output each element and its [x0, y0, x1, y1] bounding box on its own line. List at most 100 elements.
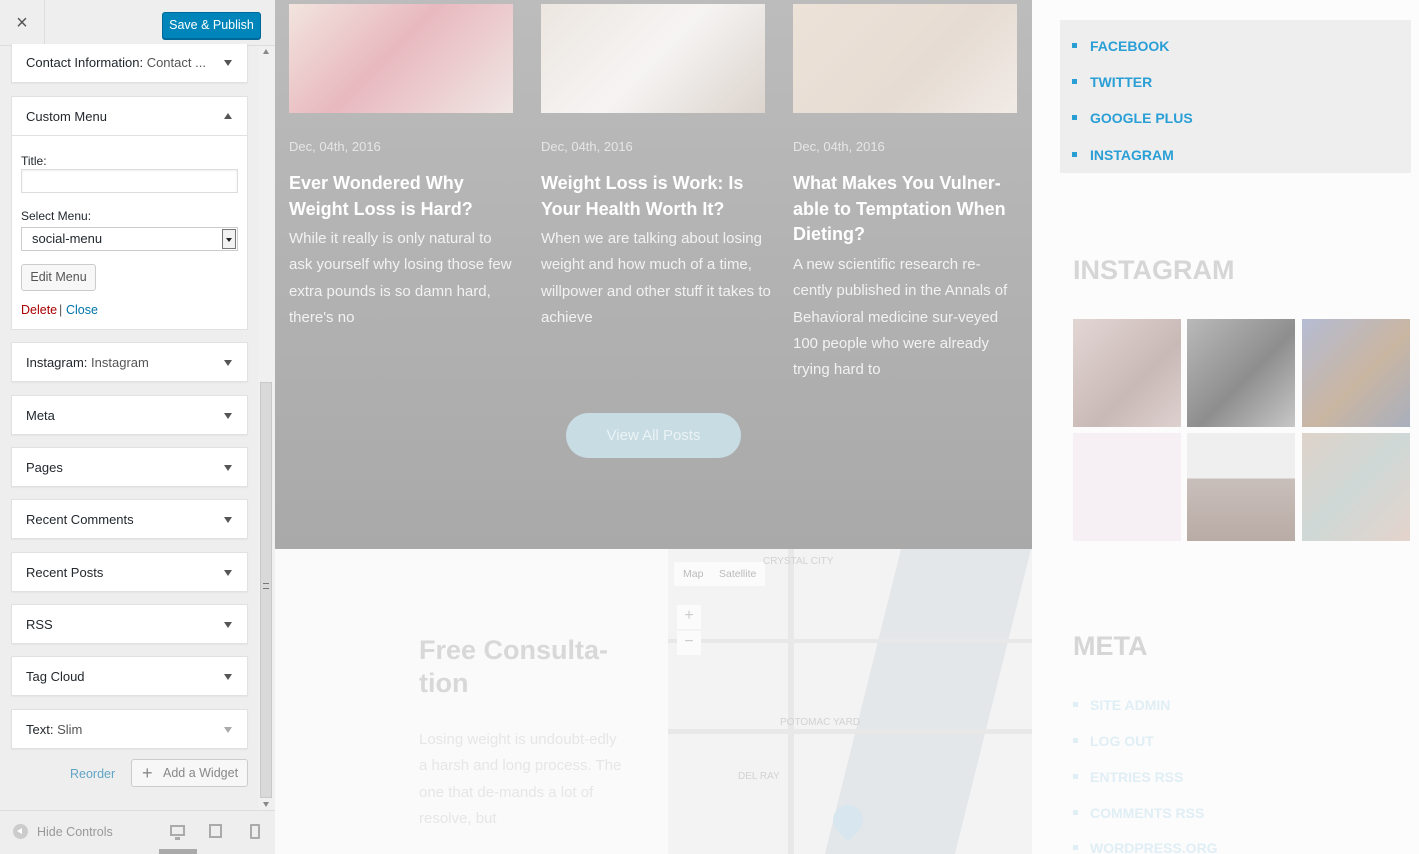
- add-widget-button[interactable]: + Add a Widget: [131, 759, 248, 787]
- map-type-map-button[interactable]: Map: [674, 562, 713, 586]
- close-link[interactable]: Close: [66, 303, 98, 317]
- widget-title: Custom Menu: [26, 109, 107, 124]
- sidebar-scrollbar[interactable]: [258, 46, 275, 810]
- widget-pages[interactable]: Pages: [11, 447, 248, 487]
- post-date: Dec, 04th, 2016: [793, 139, 885, 154]
- chevron-up-icon[interactable]: [224, 113, 232, 119]
- chevron-down-icon[interactable]: [224, 517, 232, 523]
- chevron-down-icon[interactable]: [224, 360, 232, 366]
- post-title[interactable]: Ever Wondered Why Weight Loss is Hard?: [289, 171, 514, 222]
- meta-link-entries-rss[interactable]: ENTRIES RSS: [1090, 769, 1183, 785]
- post-excerpt: A new scientific research re-cently publ…: [793, 256, 1008, 379]
- map-label: CRYSTAL CITY: [763, 556, 834, 567]
- view-all-posts-button[interactable]: View All Posts: [566, 413, 741, 458]
- save-publish-button[interactable]: Save & Publish: [162, 12, 261, 39]
- post-image[interactable]: [793, 4, 1017, 113]
- widget-instagram[interactable]: Instagram: Instagram: [11, 342, 248, 382]
- bullet: [1072, 115, 1077, 120]
- widget-recent-comments[interactable]: Recent Comments: [11, 499, 248, 539]
- instagram-photo[interactable]: [1302, 433, 1410, 541]
- bullet: [1073, 774, 1078, 779]
- widget-meta[interactable]: Meta: [11, 395, 248, 435]
- chevron-down-icon[interactable]: [224, 465, 232, 471]
- chevron-down-icon[interactable]: [224, 413, 232, 419]
- bullet: [1073, 845, 1078, 850]
- instagram-photo[interactable]: [1187, 433, 1295, 541]
- widget-tag-cloud[interactable]: Tag Cloud: [11, 656, 248, 696]
- map-embed[interactable]: Map Satellite + − CRYSTAL CITY POTOMAC Y…: [668, 549, 1032, 854]
- close-icon[interactable]: ×: [0, 0, 45, 46]
- title-label: Title:: [21, 154, 47, 168]
- meta-link-log-out[interactable]: LOG OUT: [1090, 733, 1154, 749]
- map-type-satellite-button[interactable]: Satellite: [710, 562, 766, 586]
- reorder-link[interactable]: Reorder: [70, 767, 115, 781]
- delete-link[interactable]: Delete: [21, 303, 57, 317]
- plus-icon: +: [142, 763, 153, 783]
- customizer-footer: Hide Controls: [0, 810, 275, 854]
- instagram-photo[interactable]: [1073, 433, 1181, 541]
- post-image[interactable]: [289, 4, 513, 113]
- post-title[interactable]: What Makes You Vulner-able to Temptation…: [793, 171, 1018, 248]
- map-zoom-out-button[interactable]: −: [677, 631, 701, 655]
- tablet-icon[interactable]: [209, 824, 222, 838]
- select-menu-label: Select Menu:: [21, 209, 92, 223]
- widget-title: Text: Slim: [26, 722, 83, 737]
- map-zoom-in-button[interactable]: +: [677, 605, 701, 629]
- chevron-down-icon[interactable]: [224, 727, 232, 733]
- bullet: [1072, 79, 1077, 84]
- instagram-photo[interactable]: [1302, 319, 1410, 427]
- widget-custom-menu-header[interactable]: Custom Menu: [12, 97, 247, 136]
- widget-title: RSS: [26, 617, 53, 632]
- edit-menu-button[interactable]: Edit Menu: [21, 264, 96, 291]
- widget-text[interactable]: Text: Slim: [11, 709, 248, 749]
- hide-controls-icon[interactable]: [13, 824, 28, 839]
- meta-link-comments-rss[interactable]: COMMENTS RSS: [1090, 805, 1204, 821]
- social-menu-widget: FACEBOOK TWITTER GOOGLE PLUS INSTAGRAM: [1060, 20, 1411, 173]
- chevron-down-icon[interactable]: [224, 60, 232, 66]
- scroll-up-arrow[interactable]: [263, 49, 269, 54]
- select-menu-dropdown[interactable]: social-menu: [21, 227, 238, 251]
- bullet: [1073, 702, 1078, 707]
- instagram-photo[interactable]: [1073, 319, 1181, 427]
- title-input[interactable]: [21, 169, 238, 193]
- map-road: [668, 729, 1032, 734]
- map-label: DEL RAY: [738, 771, 780, 782]
- add-widget-label: Add a Widget: [163, 766, 239, 780]
- meta-widget-title: META: [1073, 631, 1148, 661]
- meta-link-site-admin[interactable]: SITE ADMIN: [1090, 697, 1170, 713]
- widget-recent-posts[interactable]: Recent Posts: [11, 552, 248, 592]
- scroll-down-arrow[interactable]: [263, 802, 269, 807]
- post-title[interactable]: Weight Loss is Work: Is Your Health Wort…: [541, 171, 766, 222]
- mobile-icon[interactable]: [250, 824, 260, 839]
- social-link-facebook[interactable]: FACEBOOK: [1090, 38, 1169, 54]
- widget-contact-information[interactable]: Contact Information: Contact ...: [11, 44, 248, 83]
- social-link-instagram[interactable]: INSTAGRAM: [1090, 147, 1174, 163]
- instagram-widget-title: INSTAGRAM: [1073, 255, 1235, 285]
- widget-rss[interactable]: RSS: [11, 604, 248, 644]
- active-device-indicator: [159, 849, 197, 854]
- widget-title: Recent Posts: [26, 565, 104, 580]
- scrollbar-thumb[interactable]: [260, 382, 272, 798]
- post-image[interactable]: [541, 4, 765, 113]
- meta-link-wordpress-org[interactable]: WORDPRESS.ORG: [1090, 840, 1218, 854]
- widget-title: Pages: [26, 460, 63, 475]
- desktop-icon[interactable]: [170, 825, 185, 840]
- map-road: [788, 549, 794, 854]
- chevron-down-icon[interactable]: [224, 570, 232, 576]
- post-excerpt: When we are talking about losing weight …: [541, 230, 771, 326]
- post-excerpt: While it really is only natural to ask y…: [289, 230, 512, 326]
- widget-title: Tag Cloud: [26, 669, 85, 684]
- bullet: [1072, 152, 1077, 157]
- post-date: Dec, 04th, 2016: [289, 139, 381, 154]
- instagram-photo[interactable]: [1187, 319, 1295, 427]
- consultation-text: Losing weight is undoubt-edly a harsh an…: [419, 731, 622, 827]
- grip-icon: [263, 583, 269, 589]
- chevron-down-icon[interactable]: [222, 229, 236, 249]
- chevron-down-icon[interactable]: [224, 674, 232, 680]
- social-link-twitter[interactable]: TWITTER: [1090, 74, 1152, 90]
- chevron-down-icon[interactable]: [224, 622, 232, 628]
- social-link-google-plus[interactable]: GOOGLE PLUS: [1090, 110, 1193, 126]
- hide-controls-button[interactable]: Hide Controls: [37, 825, 113, 839]
- map-road: [668, 639, 1032, 643]
- widget-title: Meta: [26, 408, 55, 423]
